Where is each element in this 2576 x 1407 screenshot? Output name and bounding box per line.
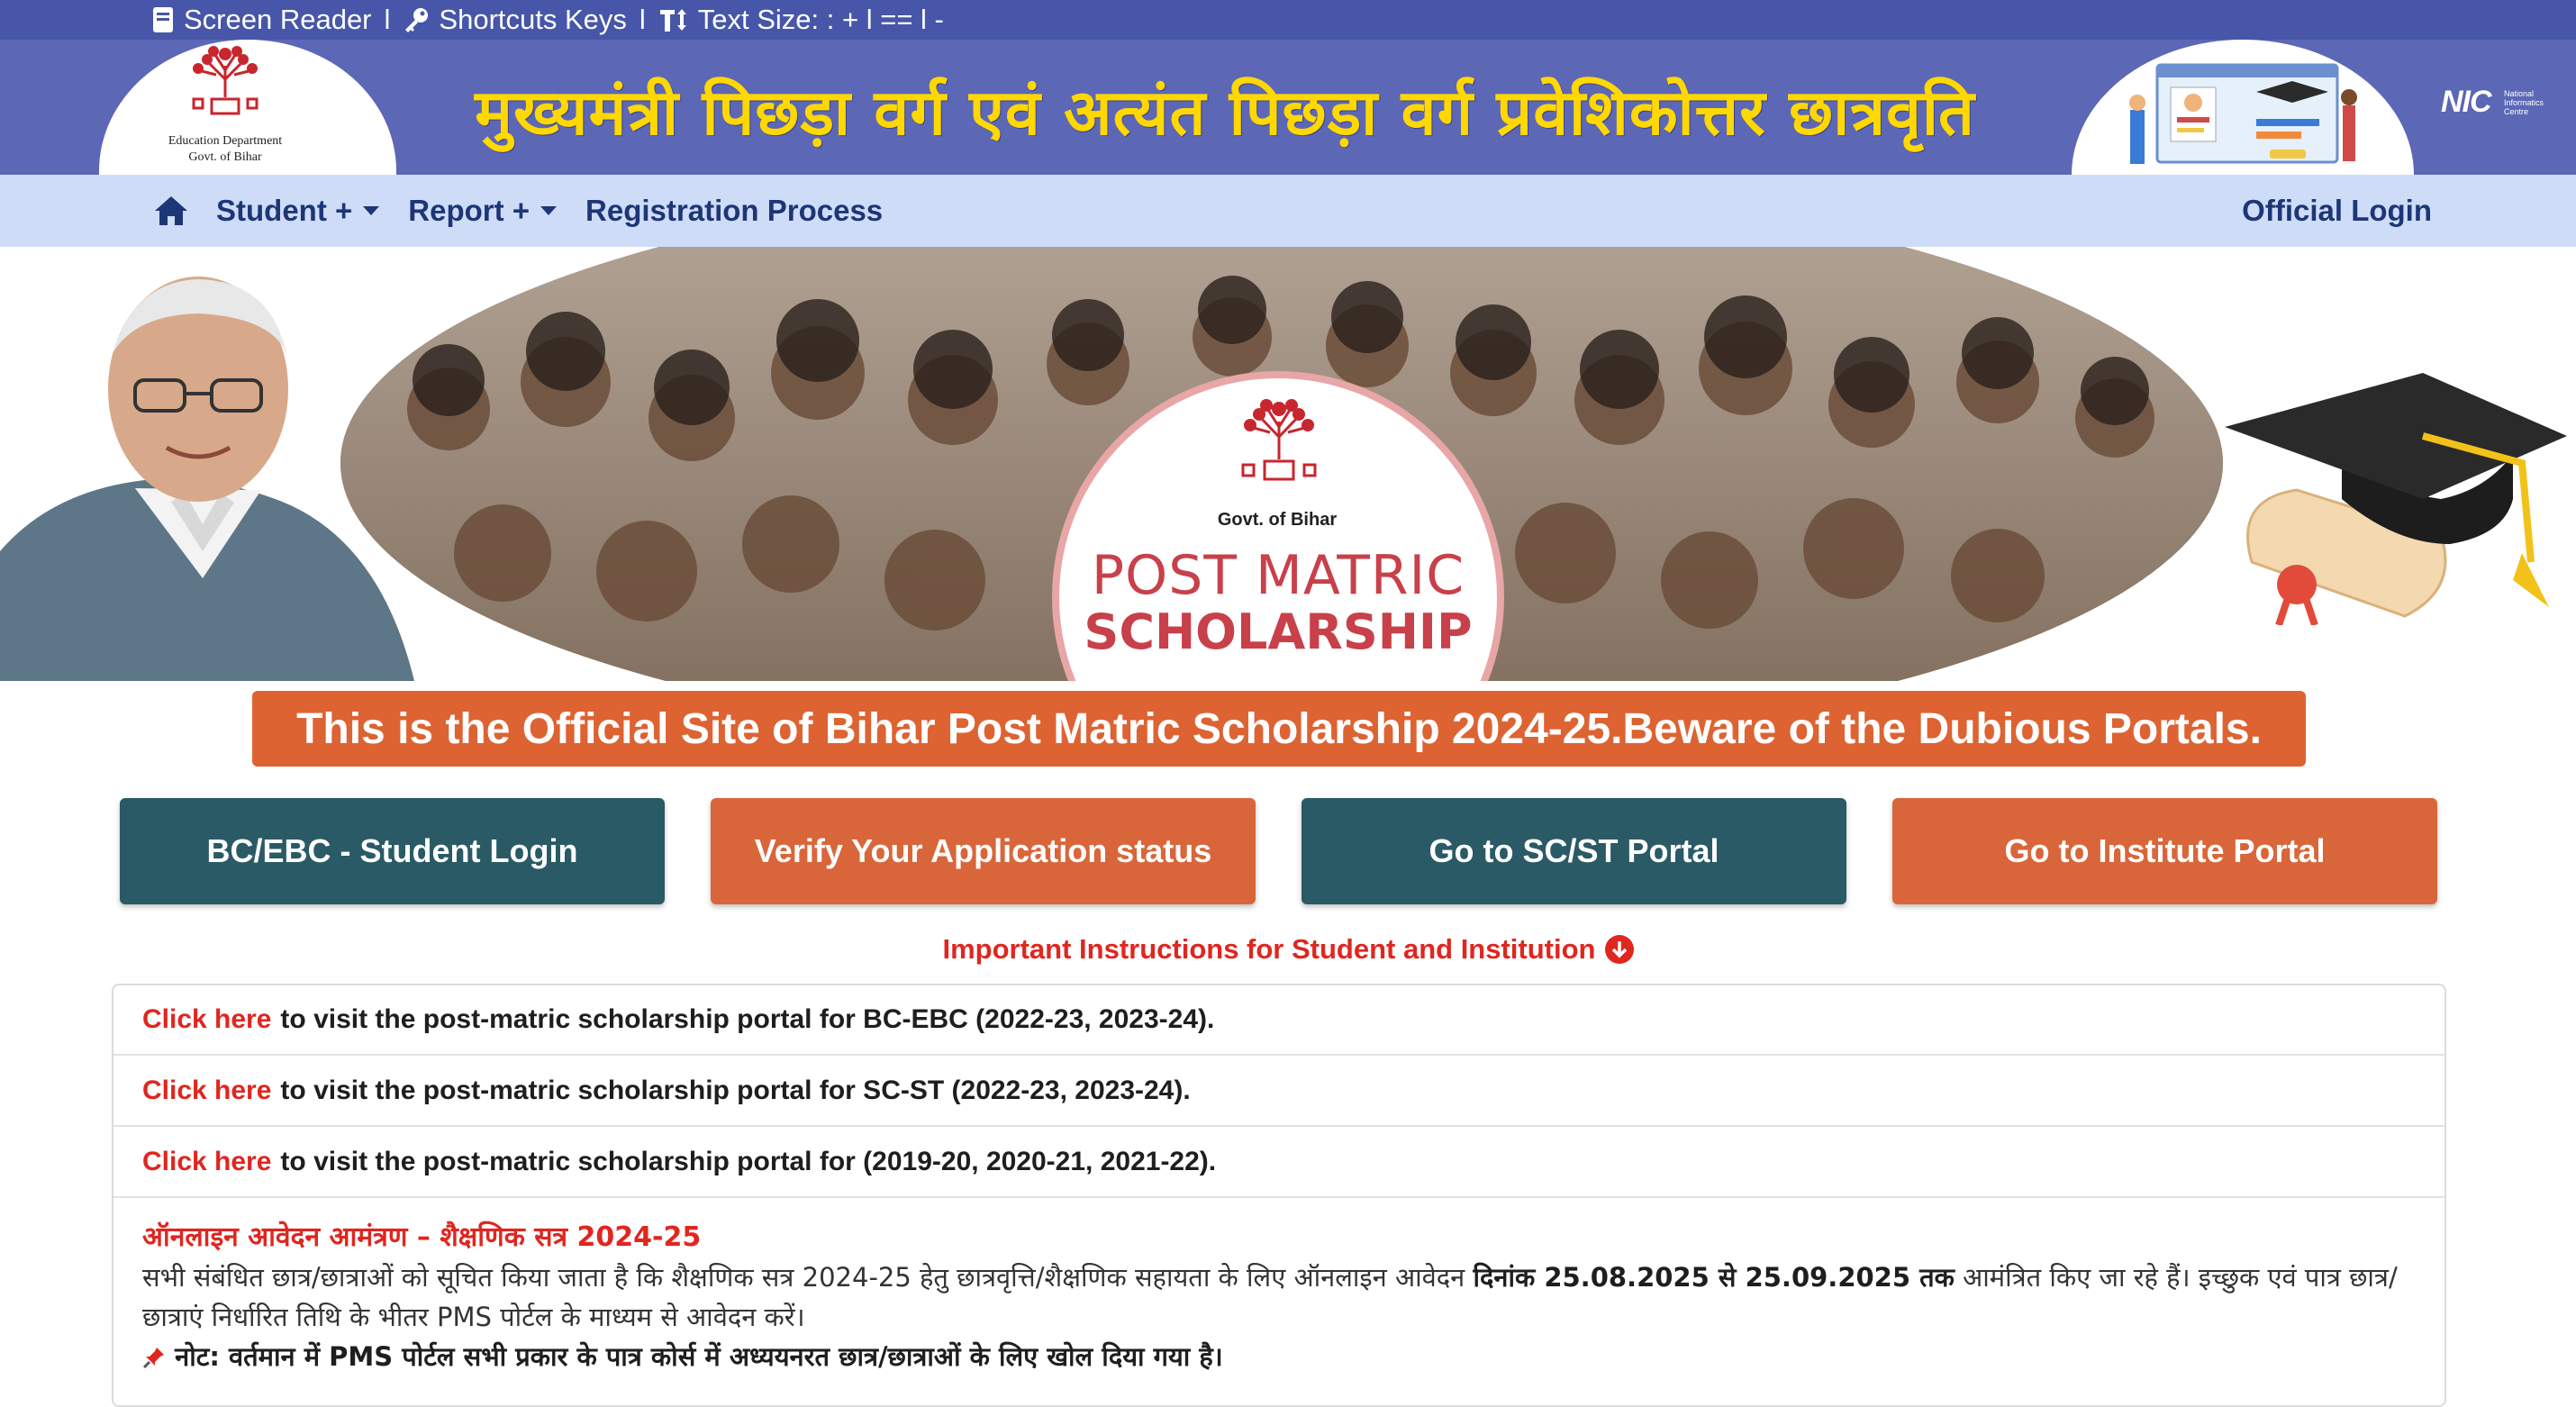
verify-application-button[interactable]: Verify Your Application status [711,798,1256,904]
list-item: Click here to visit the post-matric scho… [113,1057,2444,1127]
graduation-cap-icon [2225,373,2567,625]
arrow-down-circle-icon [1604,935,1634,964]
nav-report-menu[interactable]: Report + [408,194,558,228]
notice-dates: दिनांक 25.08.2025 से 25.09.2025 तक [1473,1262,1955,1293]
notice-heading: ऑनलाइन आवेदन आमंत्रण – शैक्षणिक सत्र 202… [142,1221,702,1253]
official-site-alert: This is the Official Site of Bihar Post … [252,691,2306,767]
pin-icon [142,1348,164,1369]
list-item: Click here to visit the post-matric scho… [113,985,2444,1056]
text-size-icon [659,9,686,32]
institute-portal-button[interactable]: Go to Institute Portal [1892,798,2437,904]
click-here-link[interactable]: Click here [142,1004,271,1035]
bihar-emblem-logo [1241,399,1317,481]
caret-down-icon [363,206,380,215]
badge-govt-label: Govt. of Bihar [1217,510,1338,530]
notice-note: नोट: वर्तमान में PMS पोर्टल सभी प्रकार क… [142,1337,2430,1376]
main-navigation: Student + Report + Registration Process … [0,175,2576,247]
shortcut-keys-link[interactable]: Shortcuts Keys [403,4,627,36]
official-login-link[interactable]: Official Login [2242,175,2432,247]
list-item: Click here to visit the post-matric scho… [113,1128,2444,1198]
screen-reader-link[interactable]: Screen Reader [151,4,372,36]
chief-minister-portrait [0,277,414,681]
book-icon [153,7,173,32]
site-header: Education Department Govt. of Bihar मुख्… [0,40,2576,175]
department-label: Education Department Govt. of Bihar [168,134,283,164]
bihar-emblem-logo [192,46,259,115]
hero-banner: Govt. of Bihar POST MATRIC SCHOLARSHIP [0,247,2576,681]
site-title: मुख्यमंत्री पिछड़ा वर्ग एवं अत्यंत पिछड़… [475,76,1975,150]
online-application-notice: ऑनलाइन आवेदन आमंत्रण – शैक्षणिक सत्र 202… [142,1218,2430,1376]
scst-portal-button[interactable]: Go to SC/ST Portal [1302,798,1846,904]
student-login-button[interactable]: BC/EBC - Student Login [120,798,665,904]
home-icon[interactable] [153,195,189,227]
click-here-link[interactable]: Click here [142,1147,271,1177]
notice-body: सभी संबंधित छात्र/छात्राओं को सूचित किया… [142,1262,2398,1293]
nic-logo: NIC National Informatics Centre [2441,85,2544,119]
nav-registration-process[interactable]: Registration Process [585,194,883,228]
badge-title-line1: POST MATRIC [1091,544,1465,607]
important-instructions-heading[interactable]: Important Instructions for Student and I… [0,933,2576,966]
accessibility-bar: Screen Reader l Shortcuts Keys l Text Si… [0,0,2576,40]
instructions-panel: Click here to visit the post-matric scho… [112,984,2446,1407]
scholarship-illustration [2129,63,2357,164]
key-icon [405,8,429,32]
text-size-control[interactable]: Text Size: : + l == l - [658,4,944,36]
nav-links: Student + Report + Registration Process [216,175,912,247]
click-here-link[interactable]: Click here [142,1076,271,1106]
caret-down-icon [540,206,558,215]
nav-student-menu[interactable]: Student + [216,194,380,228]
badge-title-line2: SCHOLARSHIP [1084,604,1473,660]
